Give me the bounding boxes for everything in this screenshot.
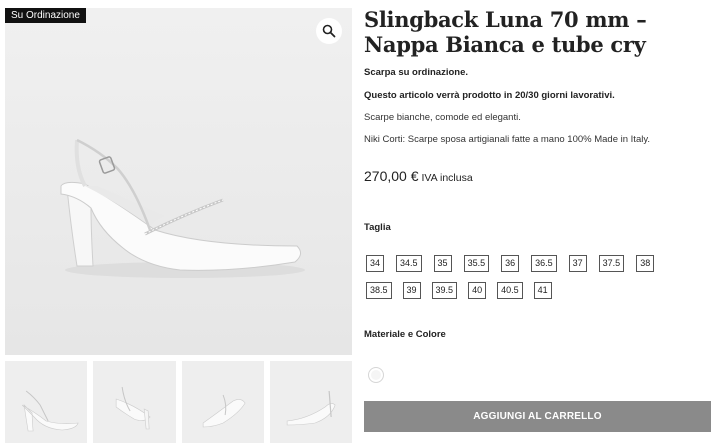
size-option-34[interactable]: 34 <box>366 255 385 272</box>
zoom-button[interactable] <box>316 18 342 44</box>
short-description: Scarpe bianche, comode ed eleganti. <box>364 112 521 123</box>
size-option-35-5[interactable]: 35.5 <box>463 255 490 272</box>
size-row: 38.5 39 39.5 40 40.5 41 <box>366 282 706 299</box>
price-amount: 270,00 € <box>364 168 419 184</box>
shoe-photo <box>5 8 352 355</box>
size-option-37-5[interactable]: 37.5 <box>598 255 625 272</box>
size-option-36[interactable]: 36 <box>501 255 520 272</box>
size-option-40-5[interactable]: 40.5 <box>497 282 523 299</box>
size-option-38[interactable]: 38 <box>636 255 655 272</box>
size-option-39[interactable]: 39 <box>402 282 421 299</box>
product-main-image[interactable]: Su Ordinazione <box>5 8 352 355</box>
size-option-36-5[interactable]: 36.5 <box>531 255 557 272</box>
thumbnail-3[interactable] <box>181 361 264 443</box>
size-option-40[interactable]: 40 <box>468 282 487 299</box>
magnifier-icon <box>322 24 336 38</box>
size-option-37[interactable]: 37 <box>568 255 587 272</box>
size-option-35[interactable]: 35 <box>433 255 452 272</box>
production-note: Questo articolo verrà prodotto in 20/30 … <box>364 90 615 101</box>
material-label: Materiale e Colore <box>364 329 446 340</box>
vat-note: IVA inclusa <box>421 172 473 184</box>
size-selector: 34 34.5 35 35.5 36 36.5 37 37.5 38 38.5 39 39.5 40 4… <box>366 255 706 309</box>
size-option-39-5[interactable]: 39.5 <box>431 282 458 299</box>
add-to-cart-button[interactable]: AGGIUNGI AL CARRELLO <box>364 401 711 432</box>
thumbnail-4[interactable] <box>269 361 352 443</box>
size-option-38-5[interactable]: 38.5 <box>366 282 392 299</box>
brand-description: Niki Corti: Scarpe sposa artigianali fat… <box>364 134 651 145</box>
product-title: Slingback Luna 70 mm – Nappa Bianca e tu… <box>364 7 647 57</box>
thumbnail-1[interactable] <box>5 361 88 443</box>
size-row: 34 34.5 35 35.5 36 36.5 37 37.5 38 <box>366 255 706 272</box>
size-label: Taglia <box>364 222 391 233</box>
thumbnail-strip <box>5 361 352 443</box>
order-badge: Su Ordinazione <box>5 8 86 23</box>
order-note: Scarpa su ordinazione. <box>364 67 468 78</box>
price: 270,00 € IVA inclusa <box>364 168 473 184</box>
size-option-34-5[interactable]: 34.5 <box>396 255 422 272</box>
size-option-41[interactable]: 41 <box>533 282 552 299</box>
color-swatch-white[interactable] <box>368 367 384 383</box>
thumbnail-2[interactable] <box>93 361 176 443</box>
